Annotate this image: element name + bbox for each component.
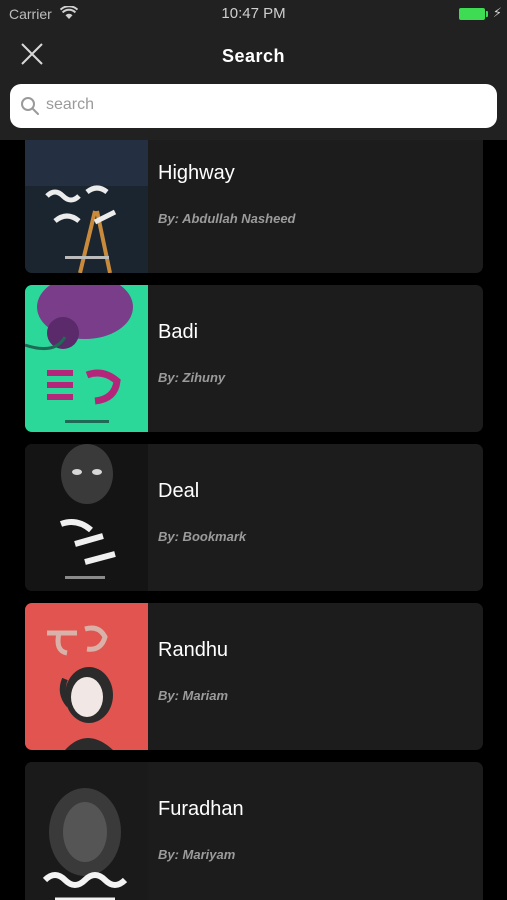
status-time: 10:47 PM xyxy=(221,5,286,22)
book-title: Furadhan xyxy=(158,798,244,820)
list-item[interactable]: Randhu By: Mariam xyxy=(25,603,483,750)
list-item[interactable]: Deal By: Bookmark xyxy=(25,444,483,591)
book-author: By: Bookmark xyxy=(158,529,247,544)
book-title: Deal xyxy=(158,480,200,502)
book-cover xyxy=(25,140,148,273)
battery-tip xyxy=(486,11,488,17)
book-author: By: Mariam xyxy=(158,688,229,703)
page-title: Search xyxy=(221,46,286,66)
status-bar: Carrier 10:47 PM ⚡ xyxy=(0,0,507,28)
book-title: Badi xyxy=(158,321,199,343)
list-item[interactable]: Badi By: Zihuny xyxy=(25,285,483,432)
book-author: By: Abdullah Nasheed xyxy=(158,211,296,226)
book-cover xyxy=(25,603,148,750)
book-cover xyxy=(25,285,148,432)
list-item[interactable]: Furadhan By: Mariyam xyxy=(25,762,483,900)
book-list[interactable]: Highway By: Abdullah Nasheed Badi By: Zi… xyxy=(0,140,507,900)
charge-icon: ⚡ xyxy=(492,5,502,20)
book-author: By: Zihuny xyxy=(158,370,226,385)
search-icon xyxy=(20,96,40,121)
book-author: By: Mariyam xyxy=(158,847,236,862)
book-cover xyxy=(25,444,148,591)
list-item[interactable]: Highway By: Abdullah Nasheed xyxy=(25,140,483,273)
book-title: Highway xyxy=(158,162,235,184)
battery-icon xyxy=(459,8,485,20)
search-input[interactable] xyxy=(46,89,476,121)
book-cover xyxy=(25,762,148,900)
book-title: Randhu xyxy=(158,639,229,661)
